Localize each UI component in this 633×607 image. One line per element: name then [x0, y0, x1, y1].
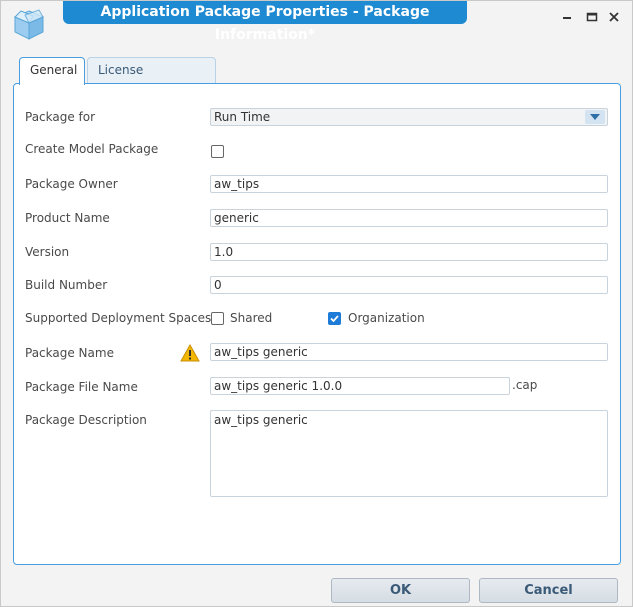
tab-general[interactable]: General: [19, 57, 85, 85]
create-model-checkbox[interactable]: [211, 145, 224, 158]
file-extension-label: .cap: [512, 378, 538, 392]
package-file-name-label: Package File Name: [25, 380, 138, 394]
dropdown-arrow-icon[interactable]: [585, 110, 605, 124]
package-for-label: Package for: [25, 110, 96, 124]
close-icon[interactable]: [606, 10, 622, 24]
organization-checkbox[interactable]: [328, 312, 341, 325]
package-owner-label: Package Owner: [25, 177, 118, 191]
package-description-label: Package Description: [25, 413, 147, 427]
dialog-window: Application Package Properties - Package…: [0, 0, 633, 607]
product-name-label: Product Name: [25, 211, 110, 225]
general-panel: Package for Run Time Create Model Packag…: [13, 83, 621, 565]
minimize-icon[interactable]: [559, 10, 575, 24]
create-model-label: Create Model Package: [25, 142, 159, 156]
build-number-label: Build Number: [25, 278, 108, 292]
window-title: Application Package Properties - Package…: [63, 1, 467, 43]
package-box-icon: [13, 9, 45, 40]
package-for-select[interactable]: Run Time: [210, 108, 608, 126]
shared-label: Shared: [230, 311, 273, 325]
checkmark-icon: [330, 315, 339, 323]
deployment-spaces-label: Supported Deployment Spaces: [25, 311, 212, 325]
package-description-textarea[interactable]: aw_tips generic: [210, 410, 608, 497]
maximize-icon[interactable]: [584, 10, 600, 24]
package-name-field[interactable]: aw_tips generic: [210, 343, 608, 361]
build-number-field[interactable]: 0: [210, 276, 608, 294]
warning-icon: [180, 344, 200, 362]
package-file-name-field[interactable]: aw_tips generic 1.0.0: [210, 377, 510, 395]
package-owner-field[interactable]: aw_tips: [210, 175, 608, 193]
organization-label: Organization: [348, 311, 425, 325]
title-bar[interactable]: Application Package Properties - Package…: [1, 1, 632, 47]
version-field[interactable]: 1.0: [210, 243, 608, 261]
package-name-label: Package Name: [25, 346, 114, 360]
ok-button[interactable]: OK: [331, 578, 470, 603]
version-label: Version: [25, 245, 70, 259]
package-for-value: Run Time: [214, 110, 271, 124]
product-name-field[interactable]: generic: [210, 209, 608, 227]
tab-license-agreements[interactable]: License Agreements: [87, 57, 216, 101]
chevron-down-icon: [590, 114, 600, 120]
shared-checkbox[interactable]: [211, 312, 224, 325]
cancel-button[interactable]: Cancel: [479, 578, 618, 603]
